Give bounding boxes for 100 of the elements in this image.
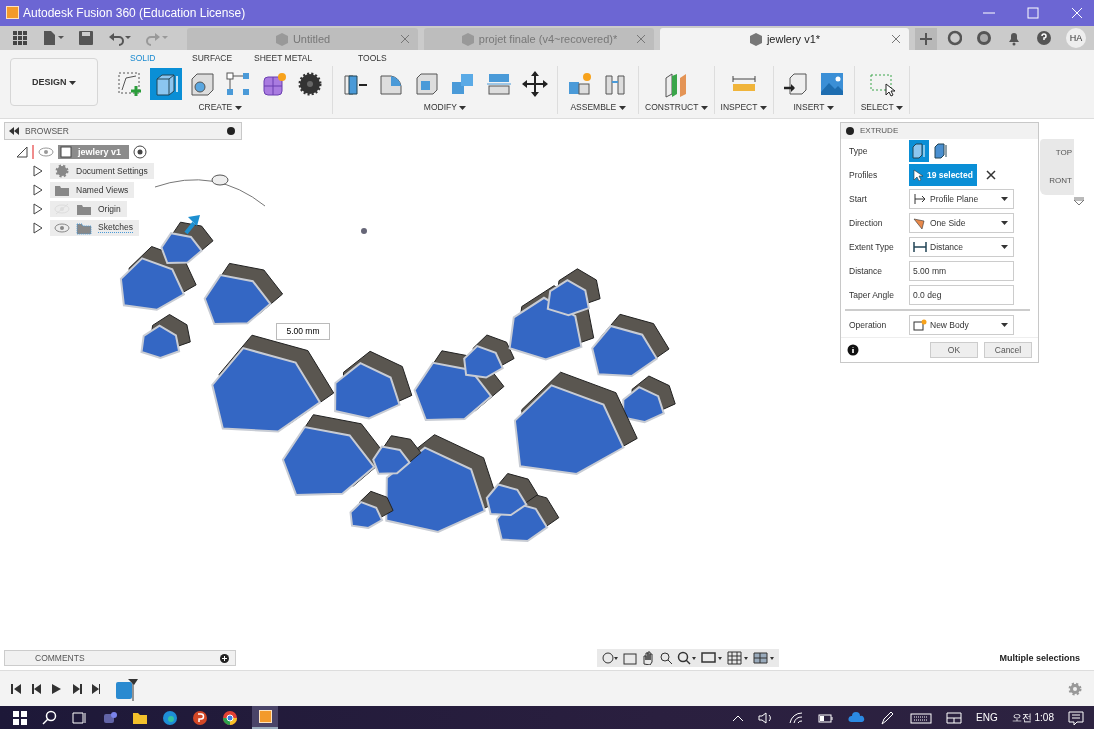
close-icon[interactable] (890, 33, 901, 44)
ribbon-tab[interactable]: SURFACE (182, 52, 244, 63)
dropdown-field[interactable]: New Body (909, 314, 1014, 335)
point-marker (361, 227, 367, 234)
app-taskbar-button[interactable] (252, 706, 278, 729)
fit-zoom-icon[interactable] (676, 651, 697, 666)
rotate-manipulator-arc[interactable] (154, 179, 266, 207)
view-menu-icon[interactable] (1073, 196, 1085, 206)
zoom-icon[interactable] (658, 651, 673, 666)
caret-icon (459, 105, 467, 110)
cube-icon (274, 31, 289, 46)
dimension-input[interactable]: 5.00 mm (276, 322, 330, 340)
clear-selection-icon[interactable] (986, 169, 996, 180)
expand-toggle-icon[interactable] (32, 221, 44, 234)
cloud-icon[interactable] (848, 710, 867, 725)
ribbon-group-menu[interactable]: MODIFY (423, 101, 467, 112)
clock[interactable]: 오전 1:08 (1011, 710, 1054, 725)
timeline-marker-icon[interactable] (114, 676, 140, 701)
ribbon-tab[interactable]: SOLID (120, 52, 182, 63)
ribbon-group-menu[interactable]: CREATE (198, 101, 242, 112)
keyboard-icon[interactable] (910, 710, 933, 725)
workspace-dropdown[interactable]: DESIGN (10, 57, 98, 106)
app-logo-icon (258, 710, 272, 723)
add-comment-icon[interactable] (220, 653, 229, 663)
minimize-panel-icon[interactable] (227, 126, 235, 135)
sketch-icon (116, 69, 144, 98)
ribbon-group-menu[interactable]: ASSEMBLE (570, 101, 626, 112)
dropdown-field[interactable]: One Side (909, 212, 1014, 233)
start-icon[interactable] (12, 709, 28, 726)
new-tab-button[interactable] (914, 27, 937, 50)
ribbon-group-menu[interactable]: SELECT (860, 101, 903, 112)
collapse-icon[interactable] (9, 126, 19, 135)
ribbon-group-menu[interactable]: CONSTRUCT (645, 101, 708, 112)
caret-icon (618, 105, 626, 110)
playback-controls-icon[interactable] (10, 682, 100, 695)
dialog-button[interactable]: OK (930, 341, 978, 358)
ribbon-tab[interactable]: SHEET METAL (244, 52, 348, 63)
help-icon[interactable] (1036, 29, 1053, 46)
notifications-icon[interactable] (1068, 710, 1084, 725)
manipulator-handle[interactable] (211, 174, 229, 186)
dropdown-field[interactable]: Profile Plane (909, 188, 1014, 209)
ribbon-group-menu[interactable]: INSERT (793, 101, 834, 112)
pan-hand-icon[interactable] (640, 651, 655, 666)
job-status-icon[interactable] (976, 29, 993, 46)
arrow-manipulator[interactable] (184, 214, 200, 235)
task-view-icon[interactable] (72, 709, 88, 726)
profiles-selection-button[interactable]: 19 selected (909, 163, 977, 186)
ribbon-group-menu[interactable]: INSPECT (720, 101, 767, 112)
search-icon[interactable] (42, 709, 58, 726)
document-tab[interactable]: jewlery v1* (660, 27, 909, 50)
input-field[interactable]: 0.0 deg (909, 284, 1014, 305)
collapse-panel-icon[interactable] (846, 126, 854, 135)
save-icon[interactable] (77, 29, 94, 46)
settings-icon[interactable] (1068, 681, 1082, 696)
web-browser-icon[interactable] (222, 709, 238, 726)
caret-icon (1001, 322, 1008, 327)
start-plane-icon (913, 192, 927, 205)
ribbon-tab[interactable]: TOOLS (348, 52, 410, 63)
caret-icon (895, 105, 903, 110)
view-cube[interactable]: TOP RONT (1040, 138, 1074, 195)
expand-toggle-icon[interactable] (32, 183, 44, 196)
field-label: Distance (849, 265, 884, 276)
distance-icon (913, 240, 927, 253)
apps-grid-icon[interactable] (12, 29, 28, 46)
eye-icon[interactable] (38, 145, 54, 158)
file-icon[interactable] (41, 29, 64, 46)
activate-radio-icon[interactable] (133, 144, 148, 159)
extensions-icon[interactable] (946, 29, 963, 46)
chat-icon[interactable] (102, 709, 118, 726)
grid-icon[interactable] (726, 651, 749, 666)
extrude-type-icon (934, 142, 948, 159)
caret-icon (759, 105, 767, 110)
presentation-icon[interactable] (192, 709, 208, 726)
tree-item[interactable]: Document Settings (50, 162, 154, 179)
tree-item[interactable]: Origin (50, 200, 127, 217)
field-label: Type (849, 145, 869, 156)
move-icon (521, 69, 549, 98)
language-indicator[interactable]: ENG (976, 712, 998, 723)
dropdown-field[interactable]: Distance (909, 236, 1014, 257)
expand-toggle-icon[interactable] (32, 164, 44, 177)
expand-toggle-icon[interactable] (16, 145, 28, 158)
orbit-icon[interactable] (600, 651, 619, 666)
component-icon (60, 145, 72, 158)
caret-icon (1001, 244, 1008, 249)
input-mode-icon[interactable] (946, 710, 963, 725)
eye-icon[interactable] (54, 221, 70, 234)
expand-toggle-icon[interactable] (32, 202, 44, 215)
window-title: Autodesk Fusion 360 (Education License) (23, 6, 246, 20)
tree-item[interactable]: Sketches (50, 219, 139, 236)
dialog-button[interactable]: Cancel (984, 341, 1032, 358)
user-avatar[interactable]: HA (1066, 27, 1086, 48)
wifi-icon[interactable] (788, 710, 805, 725)
type-option[interactable] (909, 139, 929, 162)
field-label: Extent Type (849, 241, 895, 252)
info-icon[interactable] (847, 343, 859, 356)
viewports-icon[interactable] (752, 651, 775, 666)
tree-item[interactable]: Named Views (50, 181, 135, 198)
display-settings-icon[interactable] (700, 651, 723, 666)
input-field[interactable]: 5.00 mm (909, 260, 1014, 281)
browser-icon[interactable] (162, 709, 178, 726)
